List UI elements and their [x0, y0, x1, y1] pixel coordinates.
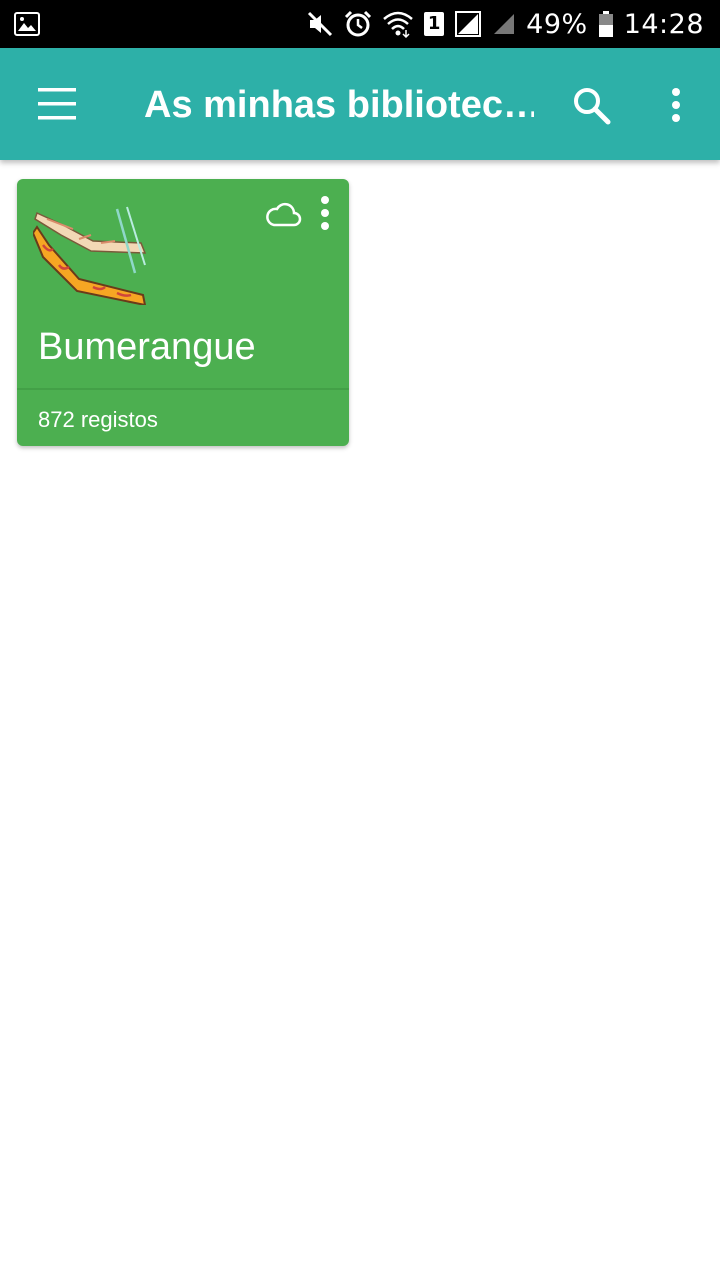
cloud-icon[interactable]: [264, 199, 302, 229]
page-title: As minhas bibliotec…: [144, 84, 534, 126]
boomerang-image: [31, 205, 151, 307]
mute-icon: [308, 11, 333, 37]
battery-percent: 49%: [526, 8, 588, 40]
image-notification-icon: [14, 12, 40, 36]
record-count: 872 registos: [38, 407, 158, 432]
divider: [17, 388, 349, 390]
library-name: Bumerangue: [38, 326, 256, 368]
sim-1-icon: 1: [424, 12, 445, 36]
search-icon[interactable]: [570, 84, 614, 128]
signal-strength-icon: [494, 14, 515, 34]
wifi-icon: [383, 11, 413, 38]
app-bar: As minhas bibliotec…: [0, 48, 720, 160]
clock: 14:28: [623, 8, 704, 40]
library-card[interactable]: Bumerangue 872 registos: [17, 179, 349, 446]
signal-icon: [455, 11, 482, 37]
battery-icon: [598, 11, 613, 37]
status-bar: 1 49% 14:28: [0, 0, 720, 48]
more-vert-icon[interactable]: [660, 84, 692, 128]
more-vert-icon[interactable]: [314, 195, 336, 233]
alarm-icon: [345, 10, 372, 37]
hamburger-menu-icon[interactable]: [30, 82, 82, 126]
